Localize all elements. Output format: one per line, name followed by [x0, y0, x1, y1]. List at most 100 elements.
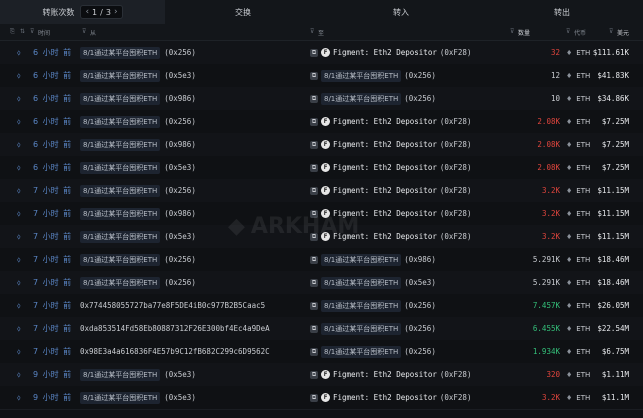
- copy-icon[interactable]: ⧉: [310, 164, 318, 172]
- tab-out[interactable]: 转出: [481, 0, 643, 24]
- to-entity[interactable]: ⧉FFigment: Eth2 Depositor(0xF28): [310, 179, 471, 202]
- tx-link-icon[interactable]: ⬨: [17, 133, 21, 156]
- tx-link-icon[interactable]: ⬨: [17, 248, 21, 271]
- to-entity[interactable]: ⧉FFigment: Eth2 Depositor(0xF28): [310, 225, 471, 248]
- to-entity[interactable]: ⧉8/1通过某平台囤积ETH(0x256): [310, 87, 436, 110]
- copy-icon[interactable]: ⧉: [310, 210, 318, 218]
- filter-icon[interactable]: ⊽: [82, 28, 86, 35]
- tx-time[interactable]: 6 小时 前: [33, 41, 71, 64]
- token[interactable]: ♦ETH: [566, 179, 590, 202]
- tx-link-icon[interactable]: ⬨: [17, 225, 21, 248]
- filter-icon[interactable]: ⊽: [566, 28, 570, 35]
- tx-link-icon[interactable]: ⬨: [17, 386, 21, 409]
- from-entity[interactable]: 0xda853514Fd58Eb80887312F26E300bf4Ec4a9D…: [80, 317, 270, 340]
- table-row[interactable]: ⬨7 小时 前8/1通过某平台囤积ETH(0x986)⧉FFigment: Et…: [0, 202, 643, 226]
- tx-link-icon[interactable]: ⬨: [17, 317, 21, 340]
- tx-link-icon[interactable]: ⬨: [17, 179, 21, 202]
- tx-time[interactable]: 9 小时 前: [33, 386, 71, 409]
- table-row[interactable]: ⬨6 小时 前8/1通过某平台囤积ETH(0x256)⧉FFigment: Et…: [0, 110, 643, 134]
- to-entity[interactable]: ⧉8/1通过某平台囤积ETH(0x256): [310, 317, 436, 340]
- col-token[interactable]: 代币: [574, 28, 586, 37]
- tx-link-icon[interactable]: ⬨: [17, 87, 21, 110]
- token[interactable]: ♦ETH: [566, 110, 590, 133]
- to-entity[interactable]: ⧉FFigment: Eth2 Depositor(0xF28): [310, 110, 471, 133]
- copy-icon[interactable]: ⧉: [310, 394, 318, 402]
- tx-link-icon[interactable]: ⬨: [17, 271, 21, 294]
- from-entity[interactable]: 8/1通过某平台囤积ETH(0x986): [80, 202, 196, 225]
- tx-time[interactable]: 6 小时 前: [33, 110, 71, 133]
- table-row[interactable]: ⬨9 小时 前8/1通过某平台囤积ETH(0x5e3)⧉FFigment: Et…: [0, 363, 643, 387]
- copy-icon[interactable]: ⧉: [310, 95, 318, 103]
- token[interactable]: ♦ETH: [566, 248, 590, 271]
- copy-icon[interactable]: ⧉: [310, 72, 318, 80]
- copy-icon[interactable]: ⧉: [310, 49, 318, 57]
- token[interactable]: ♦ETH: [566, 317, 590, 340]
- prev-page-icon[interactable]: ‹: [85, 7, 89, 17]
- token[interactable]: ♦ETH: [566, 41, 590, 64]
- table-row[interactable]: ⬨9 小时 前8/1通过某平台囤积ETH(0x5e3)⧉FFigment: Et…: [0, 386, 643, 410]
- tx-link-icon[interactable]: ⬨: [17, 294, 21, 317]
- copy-icon[interactable]: ⧉: [310, 371, 318, 379]
- filter-icon[interactable]: ⊽: [510, 28, 514, 35]
- next-page-icon[interactable]: ›: [114, 7, 118, 17]
- filter-icon[interactable]: ⊽: [609, 28, 613, 35]
- copy-icon[interactable]: ⧉: [310, 118, 318, 126]
- from-entity[interactable]: 8/1通过某平台囤积ETH(0x5e3): [80, 64, 196, 87]
- table-row[interactable]: ⬨7 小时 前8/1通过某平台囤积ETH(0x256)⧉8/1通过某平台囤积ET…: [0, 248, 643, 272]
- tab-in[interactable]: 转入: [321, 0, 481, 24]
- token[interactable]: ♦ETH: [566, 340, 590, 363]
- col-time[interactable]: 时间: [38, 28, 50, 37]
- table-row[interactable]: ⬨ 7 小时 前 0x98E3a4a616836F4E57b9C12fB682C29…: [0, 340, 643, 364]
- tx-link-icon[interactable]: ⬨: [17, 41, 21, 64]
- table-row[interactable]: ⬨6 小时 前8/1通过某平台囤积ETH(0x986)⧉8/1通过某平台囤积ET…: [0, 87, 643, 111]
- token[interactable]: ♦ETH: [566, 271, 590, 294]
- tx-time[interactable]: 7 小时 前: [33, 248, 71, 271]
- token[interactable]: ♦ETH: [566, 133, 590, 156]
- table-row[interactable]: ⬨ 7 小时 前 0xda853514Fd58Eb80887312F26E300bf…: [0, 317, 643, 341]
- from-entity[interactable]: 0x98E3a4a616836F4E57b9C12fB682C299c6D956…: [80, 340, 270, 363]
- tx-link-icon[interactable]: ⬨: [17, 64, 21, 87]
- tx-link-icon[interactable]: ⬨: [17, 156, 21, 179]
- table-row[interactable]: ⬨ 6 小时 前 8/1通过某平台囤积ETH(0x256) ⧉FFigment: Et…: [0, 41, 643, 65]
- copy-icon[interactable]: ⧉: [310, 256, 318, 264]
- filter-icon[interactable]: ⊽: [30, 28, 34, 35]
- table-row[interactable]: ⬨6 小时 前8/1通过某平台囤积ETH(0x5e3)⧉8/1通过某平台囤积ET…: [0, 64, 643, 88]
- tab-swap[interactable]: 交换: [165, 0, 321, 24]
- tx-time[interactable]: 7 小时 前: [33, 317, 71, 340]
- tx-time[interactable]: 6 小时 前: [33, 133, 71, 156]
- to-entity[interactable]: ⧉FFigment: Eth2 Depositor(0xF28): [310, 41, 471, 64]
- from-entity[interactable]: 8/1通过某平台囤积ETH(0x5e3): [80, 386, 196, 409]
- copy-icon[interactable]: ⧉: [310, 348, 318, 356]
- from-entity[interactable]: 8/1通过某平台囤积ETH(0x5e3): [80, 225, 196, 248]
- to-entity[interactable]: ⧉8/1通过某平台囤积ETH(0x5e3): [310, 271, 436, 294]
- tx-link-icon[interactable]: ⬨: [17, 340, 21, 363]
- copy-icon[interactable]: ⧉: [310, 187, 318, 195]
- from-entity[interactable]: 8/1通过某平台囤积ETH(0x256): [80, 271, 196, 294]
- copy-icon[interactable]: ⧉: [310, 233, 318, 241]
- col-usd[interactable]: 美元: [617, 28, 629, 37]
- tx-time[interactable]: 7 小时 前: [33, 202, 71, 225]
- from-entity[interactable]: 8/1通过某平台囤积ETH(0x256): [80, 179, 196, 202]
- to-entity[interactable]: ⧉FFigment: Eth2 Depositor(0xF28): [310, 156, 471, 179]
- tx-time[interactable]: 9 小时 前: [33, 363, 71, 386]
- tx-time[interactable]: 7 小时 前: [33, 225, 71, 248]
- token[interactable]: ♦ETH: [566, 294, 590, 317]
- from-entity[interactable]: 8/1通过某平台囤积ETH(0x986): [80, 87, 196, 110]
- copy-icon[interactable]: ⧉: [310, 279, 318, 287]
- copy-icon[interactable]: ⧉: [310, 302, 318, 310]
- token[interactable]: ♦ETH: [566, 87, 590, 110]
- token[interactable]: ♦ETH: [566, 225, 590, 248]
- from-entity[interactable]: 8/1通过某平台囤积ETH(0x986): [80, 133, 196, 156]
- table-row[interactable]: ⬨ 7 小时 前 8/1通过某平台囤积ETH(0x5e3) ⧉FFigment: Et…: [0, 225, 643, 249]
- to-entity[interactable]: ⧉8/1通过某平台囤积ETH(0x256): [310, 340, 436, 363]
- tx-time[interactable]: 7 小时 前: [33, 340, 71, 363]
- to-entity[interactable]: ⧉8/1通过某平台囤积ETH(0x256): [310, 294, 436, 317]
- from-entity[interactable]: 0x774458055727ba77e8F5DE4iB0c977B2B5Caac…: [80, 294, 265, 317]
- to-entity[interactable]: ⧉8/1通过某平台囤积ETH(0x986): [310, 248, 436, 271]
- from-entity[interactable]: 8/1通过某平台囤积ETH(0x256): [80, 41, 196, 64]
- from-entity[interactable]: 8/1通过某平台囤积ETH(0x256): [80, 110, 196, 133]
- tx-time[interactable]: 6 小时 前: [33, 64, 71, 87]
- sort-icon[interactable]: ⇅: [20, 28, 25, 35]
- col-from[interactable]: 从: [90, 28, 96, 37]
- token[interactable]: ♦ETH: [566, 202, 590, 225]
